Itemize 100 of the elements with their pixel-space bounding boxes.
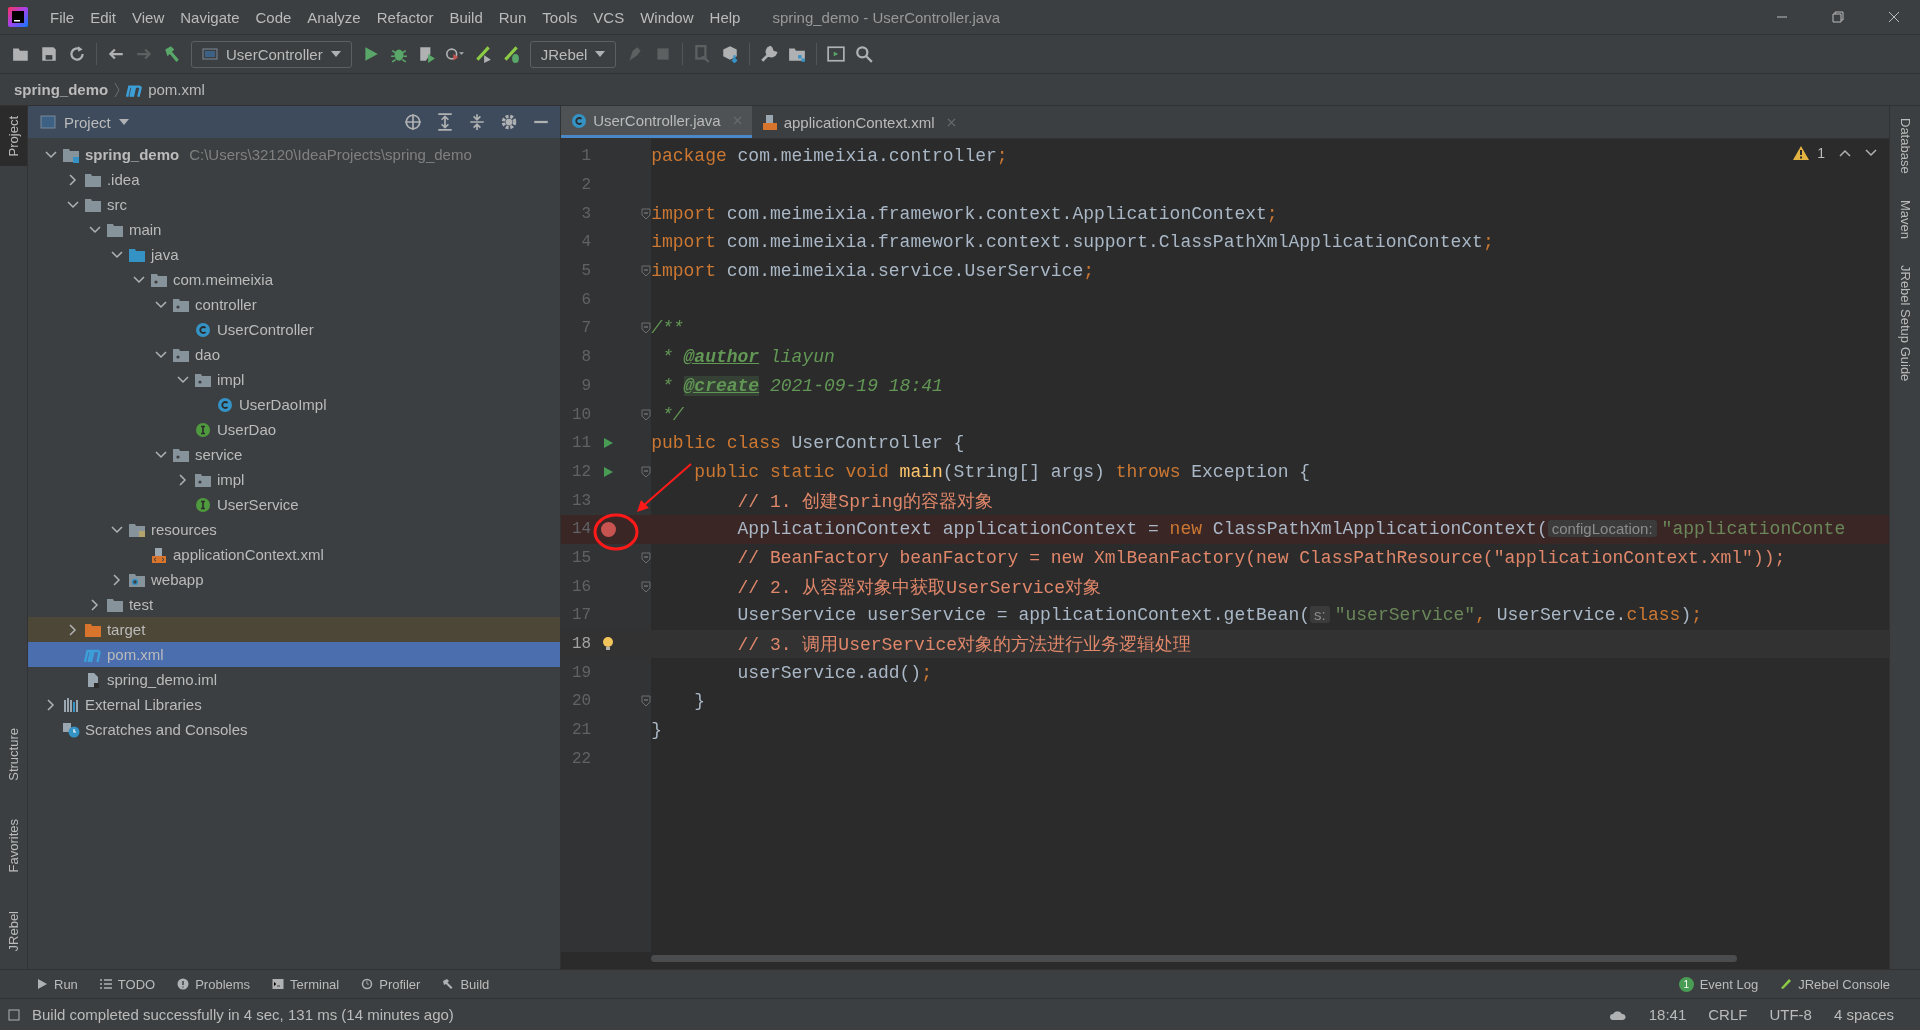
lightbulb-icon[interactable] [602,636,615,653]
menu-item[interactable]: Help [701,8,749,26]
tree-item[interactable]: UserService [27,492,561,517]
chevron-down-icon[interactable] [88,225,101,234]
tree-item[interactable]: main [27,217,561,242]
tool-window-tab[interactable]: Structure [0,718,27,792]
chevron-down-icon[interactable] [132,275,145,284]
restore-icon[interactable] [1832,11,1844,23]
menu-item[interactable]: View [124,8,173,26]
fold-icon[interactable] [641,465,652,478]
status-item[interactable]: 18:41 [1648,1006,1687,1023]
breadcrumb-item[interactable]: pom.xml [126,81,205,98]
fold-icon[interactable] [641,580,652,593]
locate-icon[interactable] [404,113,423,131]
tree-item[interactable]: resources [27,517,561,542]
tree-item[interactable]: UserController [27,317,561,342]
fold-icon[interactable] [641,322,652,335]
rocket-bug-icon[interactable] [501,45,520,63]
fold-icon[interactable] [641,207,652,220]
settings-icon[interactable] [500,113,519,131]
chevron-right-icon[interactable] [178,473,187,486]
run-configuration-dropdown[interactable]: UserController [191,40,352,68]
tree-item[interactable]: target [27,617,561,642]
chevron-right-icon[interactable] [46,698,55,711]
tool-window-button[interactable]: 1 Event Log [1678,976,1759,992]
tool-window-button[interactable]: Problems [177,976,251,992]
tree-item[interactable]: External Libraries [27,692,561,717]
jrebel-dropdown[interactable]: JRebel [529,40,617,68]
profiler-icon[interactable] [445,45,464,63]
open-folder-icon[interactable] [12,45,30,63]
tree-item[interactable]: service [27,442,561,467]
chevron-right-icon[interactable] [68,173,77,186]
tool-window-tab[interactable]: Favorites [0,809,27,883]
warning-icon[interactable] [1793,146,1810,160]
chevron-down-icon[interactable] [44,150,57,159]
tree-item[interactable]: webapp [27,567,561,592]
tree-item[interactable]: test [27,592,561,617]
menu-item[interactable]: Window [632,8,702,26]
breadcrumb-item[interactable]: spring_demo [14,81,109,98]
tree-item[interactable]: Scratches and Consoles [27,717,561,742]
coverage-icon[interactable] [417,45,436,63]
menu-item[interactable]: Refactor [368,8,442,26]
tree-item[interactable]: UserDaoImpl [27,392,561,417]
tree-item[interactable]: java [27,242,561,267]
tool-window-tab[interactable]: Database [1890,118,1920,174]
scrollbar-thumb[interactable] [651,955,1738,962]
tool-window-button[interactable]: TODO [99,976,156,992]
fold-icon[interactable] [641,265,652,278]
chevron-up-icon[interactable] [1839,149,1852,157]
project-view-dropdown[interactable]: Project [39,113,129,131]
panel-toggle-icon[interactable] [8,1008,20,1021]
menu-item[interactable]: Analyze [299,8,369,26]
tree-item[interactable]: applicationContext.xml [27,542,561,567]
chevron-right-icon[interactable] [68,623,77,636]
tool-window-button[interactable]: JRebel Console [1780,976,1890,992]
chevron-right-icon[interactable] [112,573,121,586]
run-gutter-icon[interactable] [602,465,615,478]
chevron-down-icon[interactable] [154,350,167,359]
tree-item[interactable]: src [27,192,561,217]
tool-window-tab[interactable]: Project [0,106,27,167]
chevron-down-icon[interactable] [154,300,167,309]
tool-window-button[interactable]: Profiler [361,976,421,992]
menu-item[interactable]: VCS [585,8,633,26]
collapse-all-icon[interactable] [468,113,487,131]
tree-item[interactable]: .idea [27,167,561,192]
status-item[interactable]: UTF-8 [1769,1006,1812,1023]
rocket-run-icon[interactable] [473,45,492,63]
tree-item[interactable]: spring_demo.iml [27,667,561,692]
save-icon[interactable] [40,45,58,63]
status-item[interactable]: CRLF [1708,1006,1748,1023]
project-structure-icon[interactable] [788,45,807,63]
tool-window-button[interactable]: Terminal [272,976,340,992]
search-icon[interactable] [855,45,874,63]
status-item[interactable]: 4 spaces [1833,1006,1894,1023]
close-icon[interactable] [1888,11,1900,23]
menu-item[interactable]: Navigate [172,8,248,26]
fold-icon[interactable] [641,695,652,708]
tree-item[interactable]: dao [27,342,561,367]
tool-window-tab[interactable]: Maven [1890,199,1920,239]
menu-item[interactable]: Code [247,8,300,26]
tree-item[interactable]: com.meimeixia [27,267,561,292]
chevron-down-icon[interactable] [66,200,79,209]
tree-item[interactable]: controller [27,292,561,317]
editor-tab[interactable]: UserController.java [561,106,752,138]
tree-item[interactable]: spring_demo C:\Users\32120\IdeaProjects\spring_demo [27,142,561,167]
tree-item[interactable]: UserDao [27,417,561,442]
refresh-icon[interactable] [68,45,86,63]
expand-all-icon[interactable] [436,113,455,131]
menu-item[interactable]: Build [441,8,491,26]
run-window-icon[interactable] [827,45,846,63]
tree-item[interactable]: impl [27,367,561,392]
tool-window-tab[interactable]: JRebel Setup Guide [1890,264,1920,382]
chevron-down-icon[interactable] [110,525,123,534]
tool-window-tab[interactable]: JRebel [0,900,27,961]
fold-icon[interactable] [641,551,652,564]
tool-window-button[interactable]: Run [36,976,78,992]
fold-icon[interactable] [641,408,652,421]
tree-item[interactable]: impl [27,467,561,492]
wrench-icon[interactable] [760,45,779,63]
menu-item[interactable]: Run [490,8,535,26]
